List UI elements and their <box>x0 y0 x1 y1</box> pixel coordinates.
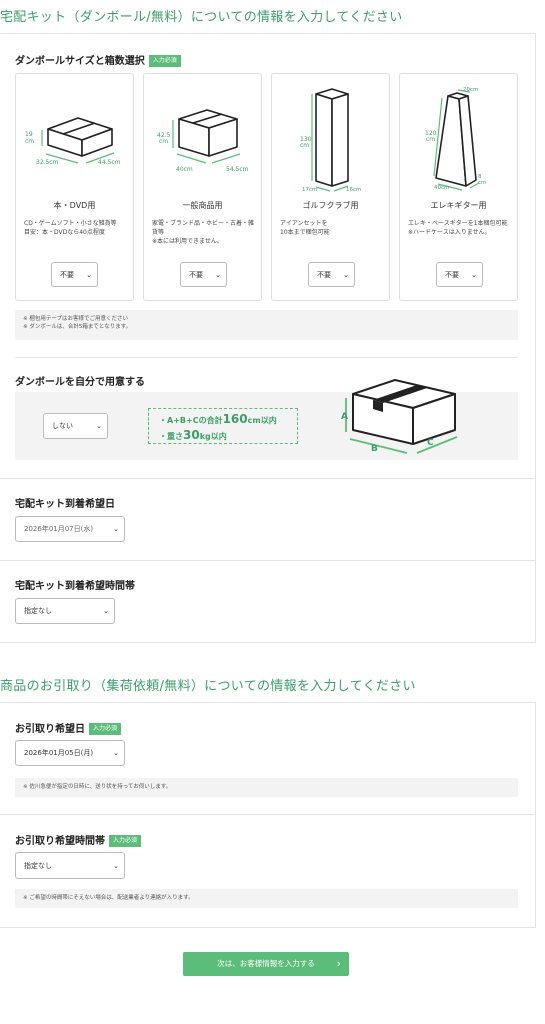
chevron-down-icon: ⌄ <box>113 525 119 533</box>
card-title: ゴルフクラブ用 <box>302 201 359 210</box>
required-badge: 入力必須 <box>89 723 122 735</box>
size-select-label: ダンボールサイズと箱数選択 入力必須 <box>15 52 181 67</box>
chevron-down-icon: ⌄ <box>471 270 477 279</box>
select-value: しない <box>52 422 73 430</box>
book-dim-width: 32.5cm <box>36 159 59 166</box>
own-box-illustration: A B C <box>341 379 458 454</box>
box-card-golf: 130 cm 17cm 16cm ゴルフクラブ用 アイアンセットを 10本まで梱… <box>271 73 390 301</box>
select-value: 不要 <box>60 270 74 279</box>
kit-note-max: ※ ダンボールは、合計5箱までとなります。 <box>23 324 132 330</box>
guitar-dim-width: 40cm <box>434 185 449 191</box>
chevron-down-icon: ⌄ <box>215 270 221 279</box>
arrival-date-label: 宅配キット到着希望日 <box>15 499 115 510</box>
rule-size-unit: cm以内 <box>247 416 277 425</box>
pickup-date-label: お引取り希望日 入力必須 <box>15 720 122 735</box>
chevron-down-icon: ⌄ <box>113 861 119 870</box>
chevron-right-icon: › <box>336 957 341 970</box>
select-value: 不要 <box>317 270 331 279</box>
card-title: エレキギター用 <box>430 201 487 210</box>
general-dim-depth: 54.5cm <box>226 166 249 173</box>
pickup-date-note: ※ 佐川急便が指定の日時に、送り状を持ってお伺いします。 <box>15 778 518 797</box>
general-dim-width: 40cm <box>176 166 193 173</box>
kit-note-tape: ※ 梱包用テープはお客様でご用意ください <box>23 316 129 322</box>
guitar-dim-height-unit: cm <box>426 136 435 143</box>
box-letter-b: B <box>371 444 378 454</box>
chevron-down-icon: ⌄ <box>86 270 92 279</box>
arrival-date-select[interactable]: 2026年01月07日(水) ⌄ <box>15 516 125 542</box>
rule-size-text: ・A+B+Cの合計 <box>159 416 223 425</box>
chevron-down-icon: ⌄ <box>113 749 119 757</box>
divider <box>0 560 535 561</box>
book-box-qty-select[interactable]: 不要 ⌄ <box>51 262 98 287</box>
pickup-time-note: ※ ご希望の時間帯にそえない場合は、配送業者より連絡が入ります。 <box>15 889 518 908</box>
divider <box>0 478 535 479</box>
pickup-date-label-text: お引取り希望日 <box>15 724 85 735</box>
guitar-dim-depth-unit: cm <box>478 180 486 186</box>
select-value: 指定なし <box>24 861 52 870</box>
card-title: 本・DVD用 <box>53 201 96 210</box>
own-box-rules: ・A+B+Cの合計160cm以内 ・重さ30kg以内 <box>148 408 298 444</box>
card-desc: エレキ・ベースギターを1本梱包可能 ※ハードケースは入りません。 <box>408 220 508 236</box>
size-select-label-text: ダンボールサイズと箱数選択 <box>15 56 145 67</box>
rule-weight-unit: kg以内 <box>199 432 227 441</box>
divider <box>0 814 535 815</box>
pickup-date-select[interactable]: 2026年01月05日(月) ⌄ <box>15 740 125 766</box>
book-dim-height-unit: cm <box>25 138 34 145</box>
next-customer-info-button[interactable]: 次は、お客様情報を入力する › <box>183 952 349 976</box>
select-value: 指定なし <box>24 607 52 615</box>
card-desc: 家電・ブランド品・ホビー・古着・雑貨等 ※本には利用できません。 <box>152 220 255 245</box>
guitar-box-qty-select[interactable]: 不要 ⌄ <box>436 262 483 287</box>
select-value: 2026年01月07日(水) <box>24 525 94 533</box>
rule-size-number: 160 <box>222 412 248 426</box>
chevron-down-icon: ⌄ <box>103 607 109 615</box>
own-box-label: ダンボールを自分で用意する <box>15 377 145 388</box>
rule-weight-number: 30 <box>183 428 200 442</box>
kit-section-title: 宅配キット（ダンボール/無料）についての情報を入力してください <box>0 10 403 25</box>
divider <box>15 357 518 358</box>
chevron-down-icon: ⌄ <box>343 270 349 279</box>
own-box-rule-size: ・A+B+Cの合計160cm以内 <box>159 412 277 426</box>
rule-weight-text: ・重さ <box>159 432 183 441</box>
pickup-time-label: お引取り希望時間帯 入力必須 <box>15 832 142 847</box>
book-dim-depth: 44.5cm <box>98 159 121 166</box>
arrival-time-label: 宅配キット到着希望時間帯 <box>15 581 135 592</box>
card-desc: CD・ゲームソフト・小さな雑貨等 目安：本・DVDなら40点程度 <box>24 220 117 236</box>
next-button-label: 次は、お客様情報を入力する <box>217 959 315 968</box>
box-card-guitar: 20cm 120 cm 40cm 8 cm エレキギター用 エレキ・ベースギター… <box>399 73 518 301</box>
select-value: 不要 <box>445 270 459 279</box>
box-card-general: 42.5 cm 40cm 54.5cm 一般商品用 家電・ブランド品・ホビー・古… <box>143 73 262 301</box>
book-dim-height: 19 <box>25 131 33 138</box>
general-box-qty-select[interactable]: 不要 ⌄ <box>180 262 227 287</box>
golf-dim-depth: 16cm <box>346 187 361 193</box>
select-value: 2026年01月05日(月) <box>24 749 94 757</box>
golf-box-illustration: 130 cm 17cm 16cm <box>300 88 361 193</box>
required-badge: 入力必須 <box>148 55 181 67</box>
golf-box-qty-select[interactable]: 不要 ⌄ <box>308 262 355 287</box>
general-box-illustration: 42.5 cm 40cm 54.5cm <box>157 109 249 173</box>
arrival-time-select[interactable]: 指定なし ⌄ <box>15 598 115 624</box>
general-dim-height-unit: cm <box>159 138 168 145</box>
pickup-section-title: 商品のお引取り（集荷依頼/無料）についての情報を入力してください <box>0 679 416 694</box>
select-value: 不要 <box>189 270 203 279</box>
required-badge: 入力必須 <box>109 835 142 847</box>
card-title: 一般商品用 <box>182 201 223 210</box>
chevron-down-icon: ⌄ <box>96 422 102 430</box>
book-box-illustration: 19 cm 32.5cm 44.5cm <box>25 117 121 166</box>
golf-dim-height-unit: cm <box>300 142 309 149</box>
own-box-select[interactable]: しない ⌄ <box>43 413 108 439</box>
own-box-rule-weight: ・重さ30kg以内 <box>159 428 227 442</box>
pickup-time-select[interactable]: 指定なし ⌄ <box>15 852 125 879</box>
kit-notes: ※ 梱包用テープはお客様でご用意ください ※ ダンボールは、合計5箱までとなりま… <box>15 310 518 340</box>
guitar-dim-top: 20cm <box>463 87 478 93</box>
golf-dim-width: 17cm <box>302 187 317 193</box>
box-letter-a: A <box>341 412 348 422</box>
pickup-time-label-text: お引取り希望時間帯 <box>15 836 105 847</box>
card-desc: アイアンセットを 10本まで梱包可能 <box>280 220 330 236</box>
box-letter-c: C <box>427 438 434 448</box>
guitar-box-illustration: 20cm 120 cm 40cm 8 cm <box>425 87 486 191</box>
box-card-book-dvd: 19 cm 32.5cm 44.5cm 本・DVD用 CD・ゲームソフト・小さな… <box>15 73 134 301</box>
